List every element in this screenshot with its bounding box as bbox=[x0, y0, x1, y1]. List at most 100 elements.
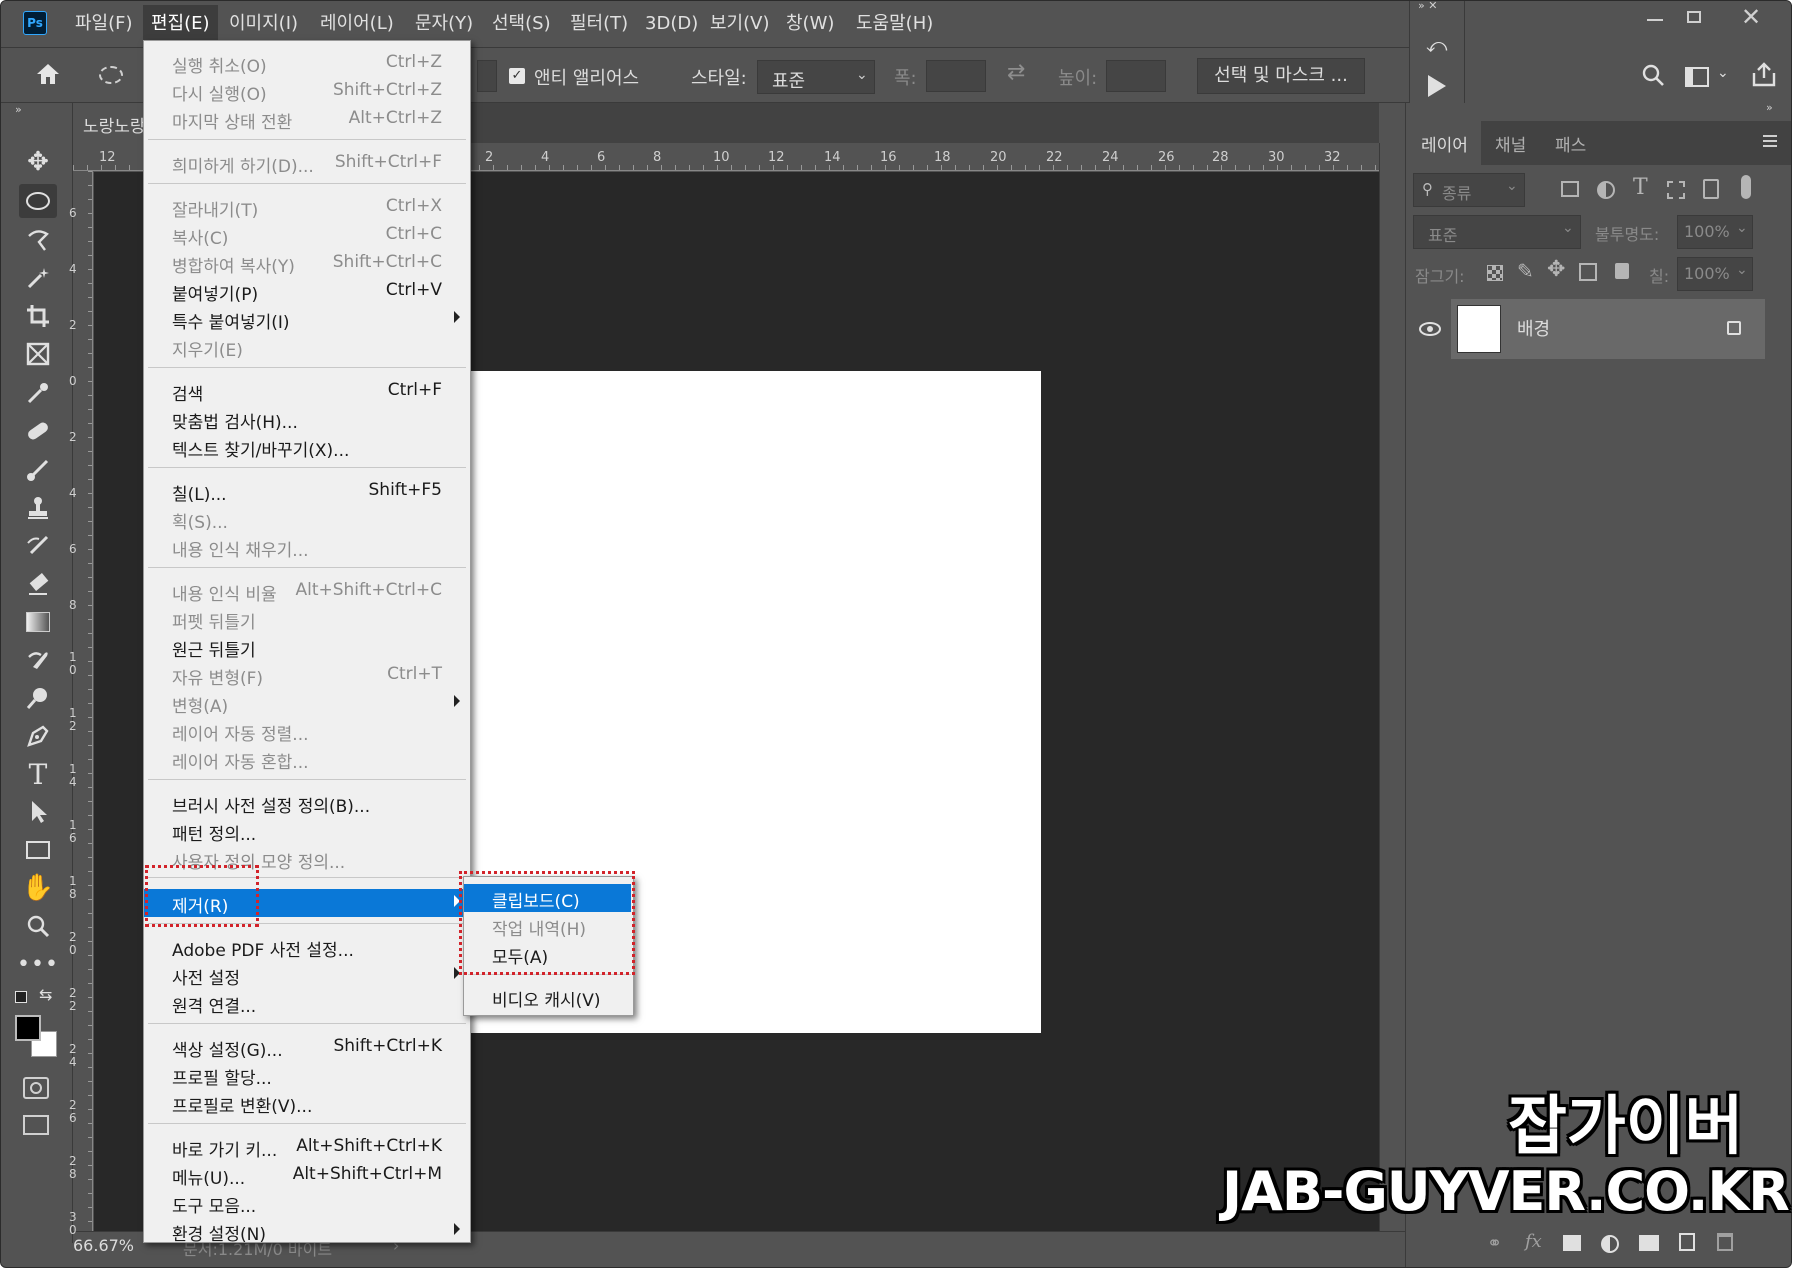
workspace-icon[interactable] bbox=[1685, 67, 1709, 87]
foreground-color-swatch[interactable] bbox=[15, 1015, 41, 1041]
ellipse-marquee-preset-icon[interactable] bbox=[99, 66, 123, 84]
anti-alias-checkbox[interactable]: ✓ bbox=[509, 68, 525, 84]
dodge-tool-icon[interactable] bbox=[19, 681, 57, 715]
history-icon[interactable]: ⤺ bbox=[1426, 33, 1447, 57]
healing-brush-tool-icon[interactable] bbox=[19, 414, 57, 448]
layer-style-fx-icon[interactable]: fx bbox=[1525, 1231, 1542, 1252]
edit-menu-item[interactable]: 획(S)... bbox=[144, 505, 470, 533]
elliptical-marquee-tool-icon[interactable] bbox=[19, 184, 57, 218]
zoom-level[interactable]: 66.67% bbox=[73, 1236, 134, 1255]
collapse-arrows-icon[interactable]: » bbox=[15, 103, 22, 116]
lock-all-icon[interactable] bbox=[1615, 263, 1629, 279]
new-layer-icon[interactable] bbox=[1679, 1233, 1695, 1251]
height-input[interactable] bbox=[1106, 60, 1166, 92]
lock-transparent-icon[interactable] bbox=[1487, 265, 1503, 281]
select-and-mask-button[interactable]: 선택 및 마스크 ... bbox=[1197, 58, 1365, 94]
edit-menu-item[interactable]: 바로 가기 키... Alt+Shift+Ctrl+K bbox=[144, 1133, 470, 1161]
ps-app-icon[interactable]: Ps bbox=[23, 11, 47, 35]
layer-row[interactable]: 배경 bbox=[1409, 299, 1765, 359]
edit-menu-item[interactable]: 내용 인식 채우기... bbox=[144, 533, 470, 561]
brush-tool-icon[interactable] bbox=[19, 453, 57, 487]
edit-menu-item[interactable]: 붙여넣기(P) Ctrl+V bbox=[144, 277, 470, 305]
menu-layer[interactable]: 레이어(L) bbox=[312, 5, 402, 43]
filter-shape-icon[interactable] bbox=[1667, 181, 1685, 199]
add-mask-icon[interactable] bbox=[1563, 1235, 1581, 1251]
fill-input[interactable]: 100% ⌄ bbox=[1677, 257, 1753, 291]
edit-menu-item[interactable]: 원격 연결... bbox=[144, 989, 470, 1017]
edit-menu-item[interactable]: 브러시 사전 설정 정의(B)... bbox=[144, 789, 470, 817]
eyedropper-tool-icon[interactable] bbox=[19, 376, 57, 410]
frame-tool-icon[interactable] bbox=[19, 337, 57, 371]
edit-menu-item[interactable]: 사전 설정 bbox=[144, 961, 470, 989]
smudge-tool-icon[interactable] bbox=[19, 643, 57, 677]
edit-menu-item[interactable]: 퍼펫 뒤틀기 bbox=[144, 605, 470, 633]
lock-position-icon[interactable]: ✥ bbox=[1547, 257, 1565, 282]
eraser-tool-icon[interactable] bbox=[19, 567, 57, 601]
menu-3d[interactable]: 3D(D) bbox=[637, 5, 706, 43]
document-tab[interactable]: 노랑노랑 bbox=[73, 103, 153, 143]
edit-menu-item[interactable]: 변형(A) bbox=[144, 689, 470, 717]
new-group-icon[interactable] bbox=[1639, 1235, 1659, 1251]
pen-tool-icon[interactable] bbox=[19, 719, 57, 753]
edit-menu-item[interactable]: 레이어 자동 혼합... bbox=[144, 745, 470, 773]
blend-mode-select[interactable]: 표준 ⌄ bbox=[1413, 215, 1581, 249]
zoom-tool-icon[interactable] bbox=[19, 909, 57, 943]
edit-menu-item[interactable]: 텍스트 찾기/바꾸기(X)... bbox=[144, 433, 470, 461]
share-icon[interactable] bbox=[1751, 61, 1777, 91]
filter-pixel-icon[interactable] bbox=[1561, 181, 1579, 197]
tab-channels[interactable]: 채널 bbox=[1495, 131, 1526, 156]
adjustment-layer-icon[interactable] bbox=[1601, 1235, 1619, 1253]
menu-edit[interactable]: 편집(E) bbox=[143, 5, 218, 43]
edit-menu-item[interactable]: 환경 설정(N) bbox=[144, 1217, 470, 1245]
menu-view[interactable]: 보기(V) bbox=[702, 5, 777, 43]
default-colors-icon[interactable] bbox=[15, 991, 27, 1003]
edit-menu-item[interactable]: 레이어 자동 정렬... bbox=[144, 717, 470, 745]
tab-paths[interactable]: 패스 bbox=[1555, 131, 1586, 156]
tab-layers[interactable]: 레이어 bbox=[1409, 121, 1481, 165]
restore-icon[interactable] bbox=[1687, 11, 1701, 23]
edit-menu-item[interactable]: 프로필로 변환(V)... bbox=[144, 1089, 470, 1117]
edit-menu-item[interactable]: 복사(C) Ctrl+C bbox=[144, 221, 470, 249]
crop-tool-icon[interactable] bbox=[19, 299, 57, 333]
menu-filter[interactable]: 필터(T) bbox=[562, 5, 636, 43]
history-brush-tool-icon[interactable] bbox=[19, 529, 57, 563]
layer-name[interactable]: 배경 bbox=[1517, 315, 1550, 341]
feather-input[interactable] bbox=[477, 60, 497, 92]
lock-brush-icon[interactable]: ✎ bbox=[1517, 259, 1534, 283]
edit-menu-item[interactable]: 패턴 정의... bbox=[144, 817, 470, 845]
lock-artboard-icon[interactable] bbox=[1579, 263, 1597, 281]
filter-type-icon[interactable]: T bbox=[1633, 175, 1648, 200]
minimize-icon[interactable] bbox=[1647, 19, 1663, 21]
opacity-input[interactable]: 100% ⌄ bbox=[1677, 215, 1753, 249]
edit-menu-item[interactable]: 원근 뒤틀기 bbox=[144, 633, 470, 661]
swap-arrows-icon[interactable]: ⇄ bbox=[1007, 60, 1025, 85]
edit-menu-item[interactable]: 검색 Ctrl+F bbox=[144, 377, 470, 405]
width-input[interactable] bbox=[926, 60, 986, 92]
quick-mask-icon[interactable] bbox=[23, 1077, 49, 1099]
menu-help[interactable]: 도움말(H) bbox=[848, 5, 941, 43]
menu-select[interactable]: 선택(S) bbox=[484, 5, 559, 43]
edit-menu-item[interactable]: 내용 인식 비율 Alt+Shift+Ctrl+C bbox=[144, 577, 470, 605]
play-icon[interactable] bbox=[1428, 75, 1446, 97]
magic-wand-tool-icon[interactable] bbox=[19, 261, 57, 295]
delete-layer-icon[interactable] bbox=[1717, 1233, 1733, 1251]
more-tools-icon[interactable]: ••• bbox=[17, 947, 58, 981]
style-select[interactable]: 표준 ⌄ bbox=[757, 60, 875, 94]
move-tool-icon[interactable]: ✥ bbox=[19, 145, 57, 179]
edit-menu-item[interactable]: 다시 실행(O) Shift+Ctrl+Z bbox=[144, 77, 470, 105]
edit-menu-item[interactable]: 메뉴(U)... Alt+Shift+Ctrl+M bbox=[144, 1161, 470, 1189]
link-layers-icon[interactable]: ⚭ bbox=[1487, 1233, 1502, 1254]
menu-window[interactable]: 창(W) bbox=[778, 5, 842, 43]
edit-menu-item[interactable]: 마지막 상태 전환 Alt+Ctrl+Z bbox=[144, 105, 470, 133]
layer-visibility-eye-icon[interactable] bbox=[1409, 299, 1451, 359]
type-tool-icon[interactable]: T bbox=[19, 757, 57, 791]
menu-image[interactable]: 이미지(I) bbox=[221, 5, 306, 43]
edit-menu-item[interactable]: 지우기(E) bbox=[144, 333, 470, 361]
edit-menu-item[interactable]: 프로필 할당... bbox=[144, 1061, 470, 1089]
edit-menu-item[interactable]: 희미하게 하기(D)... Shift+Ctrl+F bbox=[144, 149, 470, 177]
edit-menu-item[interactable]: 병합하여 복사(Y) Shift+Ctrl+C bbox=[144, 249, 470, 277]
edit-menu-item[interactable]: 색상 설정(G)... Shift+Ctrl+K bbox=[144, 1033, 470, 1061]
close-icon[interactable]: ✕ bbox=[1741, 3, 1761, 31]
edit-menu-item[interactable]: 특수 붙여넣기(I) bbox=[144, 305, 470, 333]
search-icon[interactable] bbox=[1641, 63, 1665, 91]
